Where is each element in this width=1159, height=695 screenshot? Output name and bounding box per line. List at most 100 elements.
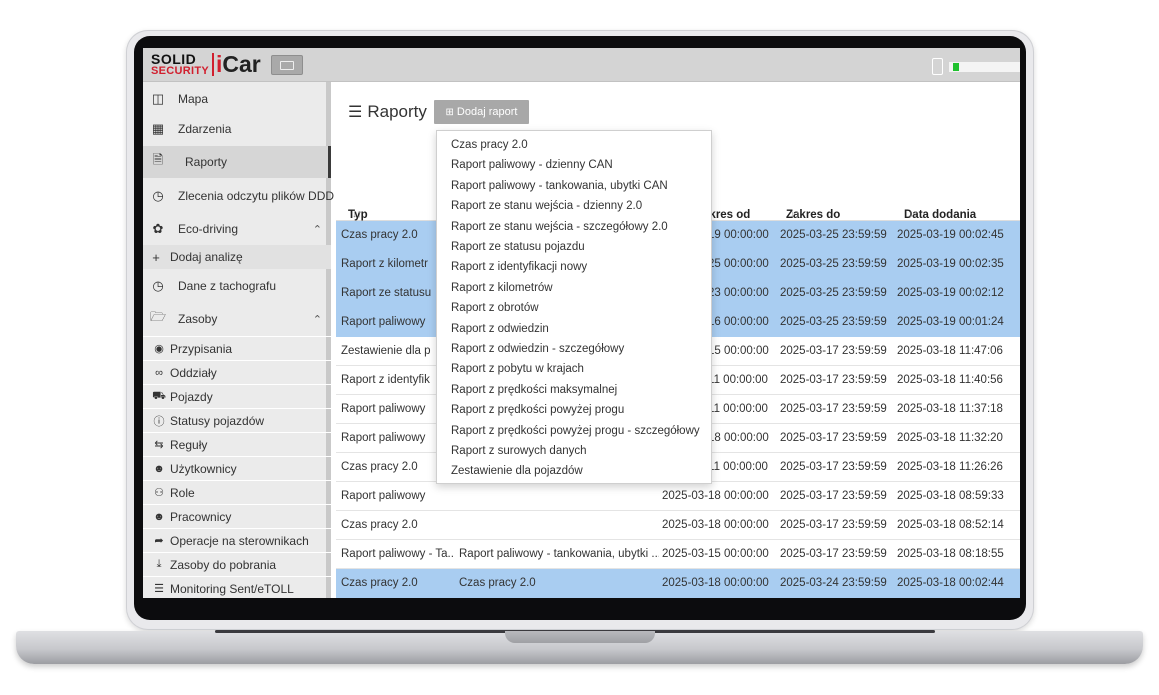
chevron-up-icon: ⌃ bbox=[312, 313, 322, 326]
gauge-icon: ◷ bbox=[152, 278, 164, 293]
info-icon: ⓘ bbox=[153, 415, 165, 428]
cell-zakres-do: 2025-03-17 23:59:59 bbox=[780, 403, 887, 415]
cell-typ: Czas pracy 2.0 bbox=[341, 519, 418, 531]
dropdown-item[interactable]: Raport z kilometrów bbox=[451, 282, 553, 294]
sidebar-subitem-statusy[interactable]: ⓘ Statusy pojazdów bbox=[143, 408, 331, 432]
sidebar-subitem-label: Oddziały bbox=[170, 365, 217, 380]
sidebar-subitem-label: Role bbox=[170, 485, 195, 500]
brand-logo[interactable]: SOLID SECURITY bbox=[151, 52, 211, 78]
dropdown-item[interactable]: Raport paliwowy - dzienny CAN bbox=[451, 159, 613, 171]
cell-zakres-do: 2025-03-25 23:59:59 bbox=[780, 287, 887, 299]
dropdown-item[interactable]: Raport ze statusu pojazdu bbox=[451, 241, 585, 253]
table-row[interactable]: Raport paliwowy - Ta... Raport paliwowy -… bbox=[336, 540, 1020, 569]
sidebar-subitem-label: Pracownicy bbox=[170, 509, 232, 524]
top-bar: SOLID SECURITY iCar bbox=[143, 48, 1020, 82]
sidebar-subitem-przypisania[interactable]: ◉ Przypisania bbox=[143, 336, 331, 360]
dropdown-item[interactable]: Raport z odwiedzin bbox=[451, 323, 549, 335]
cell-zakres-do: 2025-03-17 23:59:59 bbox=[780, 490, 887, 502]
cell-zakres-do: 2025-03-17 23:59:59 bbox=[780, 461, 887, 473]
sidebar-item-mapa[interactable]: ◫ Mapa bbox=[143, 85, 331, 113]
sidebar-subitem-label: Statusy pojazdów bbox=[170, 413, 265, 428]
sidebar-item-zdarzenia[interactable]: ▦ Zdarzenia bbox=[143, 114, 331, 144]
logo-separator bbox=[212, 53, 214, 76]
sidebar-item-raporty[interactable]: 🗎 Raporty bbox=[143, 146, 331, 178]
dropdown-item[interactable]: Raport z prędkości powyżej progu - szcze… bbox=[451, 425, 700, 437]
cell-zakres-do: 2025-03-25 23:59:59 bbox=[780, 229, 887, 241]
cell-data-dodania: 2025-03-18 00:02:44 bbox=[897, 577, 1004, 589]
cell-zakres-do: 2025-03-17 23:59:59 bbox=[780, 548, 887, 560]
sidebar-subitem-oddzialy[interactable]: ∞ Oddziały bbox=[143, 360, 331, 384]
sidebar-subitem-label: Operacje na sterownikach bbox=[170, 533, 309, 548]
dropdown-item[interactable]: Raport z surowych danych bbox=[451, 445, 587, 457]
cell-data-dodania: 2025-03-18 11:37:18 bbox=[897, 403, 1003, 415]
cell-data-dodania: 2025-03-18 08:59:33 bbox=[897, 490, 1004, 502]
sidebar-item-dodaj-analize[interactable]: + Dodaj analizę bbox=[143, 245, 331, 269]
keyboard-toggle-button[interactable] bbox=[271, 55, 303, 75]
icar-logo: iCar bbox=[216, 51, 261, 78]
table-row[interactable]: Raport paliwowy 2025-03-18 00:00:00 2025-0… bbox=[336, 482, 1020, 511]
sidebar-item-zasoby[interactable]: 🗁 Zasoby ⌃ bbox=[143, 303, 331, 335]
dropdown-item[interactable]: Zestawienie dla pojazdów bbox=[451, 465, 583, 477]
cell-typ: Czas pracy 2.0 bbox=[341, 577, 418, 589]
sidebar-item-eco-driving[interactable]: ✿ Eco-driving ⌃ bbox=[143, 213, 331, 245]
table-row[interactable]: Czas pracy 2.0 2025-03-18 00:00:00 2025-03… bbox=[336, 511, 1020, 540]
signal-level bbox=[953, 63, 959, 71]
logo-car-text: Car bbox=[222, 51, 261, 77]
dropdown-item[interactable]: Raport z odwiedzin - szczegółowy bbox=[451, 343, 624, 355]
sidebar-subitem-label: Zasoby do pobrania bbox=[170, 557, 277, 572]
map-icon: ◫ bbox=[151, 91, 165, 106]
gauge-icon: ◷ bbox=[152, 188, 164, 203]
sidebar-item-label: Zdarzenia bbox=[178, 122, 232, 136]
dropdown-item[interactable]: Raport z prędkości powyżej progu bbox=[451, 404, 624, 416]
dropdown-item[interactable]: Raport z prędkości maksymalnej bbox=[451, 384, 617, 396]
signal-indicator bbox=[949, 62, 1020, 72]
cell-data-dodania: 2025-03-18 11:40:56 bbox=[897, 374, 1003, 386]
cell-zakres-do: 2025-03-17 23:59:59 bbox=[780, 432, 887, 444]
cell-zakres-od: 2025-03-18 00:00:00 bbox=[662, 519, 769, 531]
cell-nazwa: Raport paliwowy - tankowania, ubytki ... bbox=[459, 548, 659, 560]
logo-solid-text: SOLID bbox=[151, 51, 197, 67]
sidebar-subitem-pojazdy[interactable]: ⛟ Pojazdy bbox=[143, 384, 331, 408]
dropdown-item[interactable]: Raport z obrotów bbox=[451, 302, 539, 314]
leaf-icon: ✿ bbox=[152, 221, 164, 236]
cell-zakres-do: 2025-03-25 23:59:59 bbox=[780, 258, 887, 270]
dropdown-item[interactable]: Czas pracy 2.0 bbox=[451, 139, 528, 151]
plus-square-icon: ⊞ bbox=[445, 106, 454, 118]
sidebar-subitem-operacje[interactable]: ➦ Operacje na sterownikach bbox=[143, 528, 331, 552]
cell-zakres-do: 2025-03-25 23:59:59 bbox=[780, 316, 887, 328]
sort-icon: ↓↑ bbox=[352, 209, 362, 220]
add-report-button[interactable]: ⊞ Dodaj raport bbox=[434, 100, 529, 124]
sidebar-item-label: Eco-driving bbox=[178, 222, 239, 236]
sidebar-subitem-reguly[interactable]: ⇆ Reguły bbox=[143, 432, 331, 456]
laptop-notch bbox=[505, 631, 655, 643]
cell-zakres-od: 2025-03-18 00:00:00 bbox=[662, 577, 769, 589]
dropdown-item[interactable]: Raport z identyfikacji nowy bbox=[451, 261, 587, 273]
dropdown-item[interactable]: Raport paliwowy - tankowania, ubytki CAN bbox=[451, 180, 668, 192]
sidebar-subitem-zasoby-pobrania[interactable]: ⤓ Zasoby do pobrania bbox=[143, 552, 331, 576]
cell-data-dodania: 2025-03-19 00:02:35 bbox=[897, 258, 1004, 270]
cell-typ: Raport paliwowy bbox=[341, 490, 426, 502]
truck-icon: ⛟ bbox=[152, 389, 166, 402]
sidebar-item-label: Dane z tachografu bbox=[178, 279, 277, 293]
sidebar-subitem-label: Monitoring Sent/eTOLL bbox=[170, 581, 294, 596]
sidebar-subitem-uzytkownicy[interactable]: ☻ Użytkownicy bbox=[143, 456, 331, 480]
dropdown-item[interactable]: Raport z pobytu w krajach bbox=[451, 363, 584, 375]
user-icon: ☻ bbox=[153, 462, 165, 475]
sidebar-item-dane-tachografu[interactable]: ◷ Dane z tachografu bbox=[143, 270, 331, 302]
dropdown-item[interactable]: Raport ze stanu wejścia - dzienny 2.0 bbox=[451, 200, 642, 212]
dropdown-item[interactable]: Raport ze stanu wejścia - szczegółowy 2.… bbox=[451, 221, 668, 233]
users-icon: ⚇ bbox=[154, 487, 164, 499]
folder-icon: 🗁 bbox=[149, 309, 167, 324]
sidebar: ◫ Mapa ▦ Zdarzenia 🗎 Raporty ◷ Zlecenia … bbox=[143, 82, 334, 598]
sidebar-subitem-role[interactable]: ⚇ Role bbox=[143, 480, 331, 504]
sidebar-item-zlecenia-ddd[interactable]: ◷ Zlecenia odczytu plików DDD bbox=[143, 180, 334, 212]
add-report-label: Dodaj raport bbox=[456, 106, 518, 118]
sidebar-subitem-pracownicy[interactable]: ☻ Pracownicy bbox=[143, 504, 331, 528]
sidebar-item-label: Raporty bbox=[185, 155, 228, 169]
table-row[interactable]: Czas pracy 2.0 Czas pracy 2.0 2025-03-18 0… bbox=[336, 569, 1020, 598]
sidebar-subitem-label: Użytkownicy bbox=[170, 461, 237, 476]
keyboard-icon bbox=[280, 60, 294, 70]
add-report-dropdown: Czas pracy 2.0 Raport paliwowy - dzienny … bbox=[436, 130, 712, 484]
sidebar-subitem-monitoring[interactable]: ☰ Monitoring Sent/eTOLL bbox=[143, 576, 331, 598]
page-title: ☰ Raporty bbox=[348, 102, 427, 122]
